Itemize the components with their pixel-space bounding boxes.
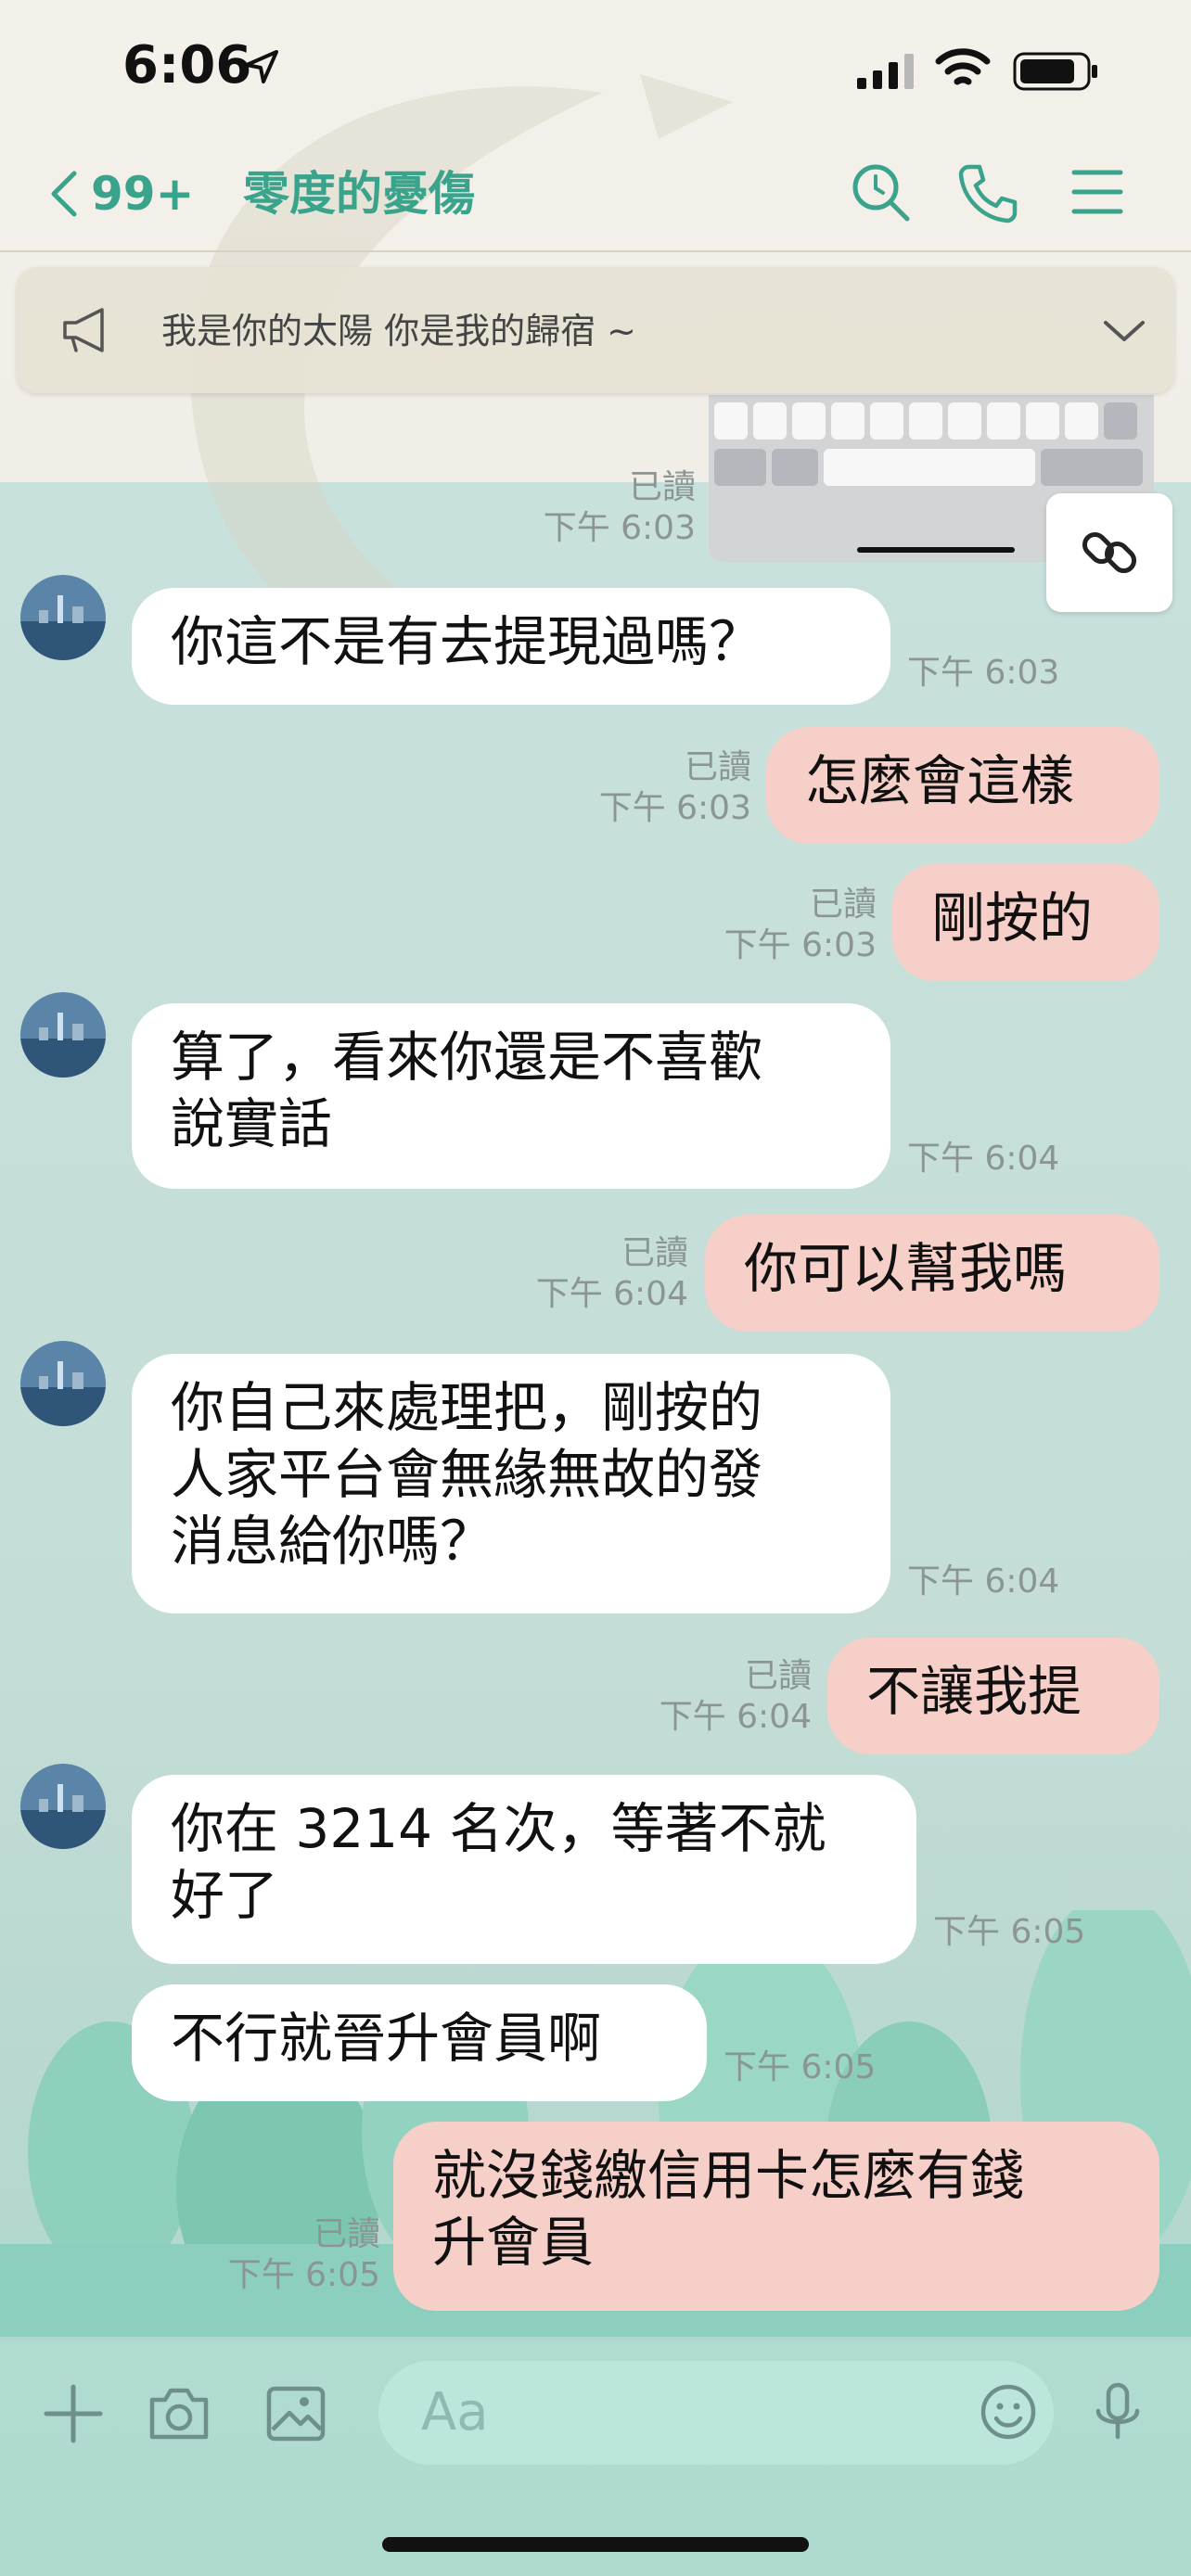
message-meta: 已讀 下午 6:04 <box>493 1233 688 1315</box>
image-icon[interactable] <box>263 2381 328 2446</box>
message-text-line: 人家平台會無緣無故的發 <box>171 1443 763 1506</box>
message-meta: 已讀 下午 6:05 <box>186 2214 380 2296</box>
message-text: 不讓我提 <box>866 1660 1082 1723</box>
message-text-line: 就沒錢繳信用卡怎麼有錢 <box>432 2144 1025 2207</box>
chat-screen: 6:06 99+ 零度的憂傷 我是你的太陽 你是我的歸宿 ~ 已讀 下午 6:0… <box>0 0 1191 2576</box>
avatar[interactable] <box>20 992 106 1078</box>
chevron-left-icon <box>51 171 77 217</box>
message-time: 下午 6:05 <box>227 2256 380 2294</box>
message-text: 你這不是有去提現過嗎？ <box>171 610 763 673</box>
message-text-line: 升會員 <box>432 2211 595 2274</box>
read-receipt: 已讀 <box>628 468 696 506</box>
phone-icon[interactable] <box>955 159 1020 224</box>
megaphone-icon <box>63 308 104 352</box>
message-bubble-incoming[interactable]: 你自己來處理把，剛按的 人家平台會無緣無故的發 消息給你嗎？ <box>132 1354 890 1613</box>
avatar-image <box>20 1341 106 1426</box>
avatar-image <box>20 992 106 1078</box>
message-text-line: 說實話 <box>171 1092 333 1155</box>
battery-icon <box>1013 52 1097 91</box>
message-time: 下午 6:04 <box>535 1275 688 1313</box>
camera-icon[interactable] <box>147 2381 211 2446</box>
message-time: 下午 6:05 <box>724 2048 877 2086</box>
avatar[interactable] <box>20 1764 106 1849</box>
chevron-down-icon[interactable] <box>1100 310 1148 351</box>
plus-icon[interactable] <box>41 2381 106 2446</box>
message-text-line: 好了 <box>171 1864 279 1927</box>
link-icon <box>1082 531 1137 574</box>
message-bubble-outgoing[interactable]: 就沒錢繳信用卡怎麼有錢 升會員 <box>393 2122 1159 2311</box>
back-button[interactable]: 99+ <box>48 161 194 226</box>
message-text: 怎麼會這樣 <box>805 749 1075 812</box>
avatar-image <box>20 575 106 660</box>
message-text-line: 算了，看來你還是不喜歡 <box>171 1026 763 1089</box>
message-bubble-incoming[interactable]: 算了，看來你還是不喜歡 說實話 <box>132 1003 890 1189</box>
read-receipt: 已讀 <box>684 748 751 786</box>
message-text: 不行就晉升會員啊 <box>171 2007 602 2070</box>
copy-link-button[interactable] <box>1046 493 1172 612</box>
read-receipt: 已讀 <box>809 886 877 924</box>
message-meta: 已讀 下午 6:03 <box>682 885 877 966</box>
wifi-icon <box>935 48 991 85</box>
message-bubble-outgoing[interactable]: 怎麼會這樣 <box>766 727 1159 844</box>
message-meta: 已讀 下午 6:04 <box>617 1656 812 1738</box>
chat-title: 零度的憂傷 <box>243 167 475 221</box>
avatar-image <box>20 1764 106 1849</box>
unread-count: 99+ <box>91 167 195 221</box>
home-indicator[interactable] <box>382 2537 809 2552</box>
message-text-line: 消息給你嗎？ <box>171 1510 494 1573</box>
message-time: 下午 6:05 <box>933 1913 1086 1951</box>
message-bubble-incoming[interactable]: 你這不是有去提現過嗎？ <box>132 588 890 705</box>
location-arrow-icon <box>245 50 278 83</box>
message-time: 下午 6:04 <box>659 1698 812 1736</box>
avatar[interactable] <box>20 1341 106 1426</box>
message-text-line: 你在 3214 名次，等著不就 <box>171 1797 826 1860</box>
status-bar: 6:06 <box>0 0 1191 139</box>
message-input[interactable]: Aa <box>378 2361 1054 2465</box>
message-time: 下午 6:03 <box>724 926 877 964</box>
menu-icon[interactable] <box>1065 159 1130 224</box>
message-time: 下午 6:03 <box>907 654 1060 692</box>
announcement-banner[interactable]: 我是你的太陽 你是我的歸宿 ~ <box>17 267 1174 393</box>
cellular-signal-icon <box>857 54 914 89</box>
message-text: 你可以幫我嗎 <box>744 1237 1068 1300</box>
message-text: 剛按的 <box>931 886 1094 950</box>
message-time: 下午 6:03 <box>543 509 696 547</box>
message-meta: 已讀 下午 6:03 <box>557 747 751 829</box>
header-divider <box>0 250 1191 252</box>
input-placeholder: Aa <box>421 2382 489 2442</box>
announcement-text: 我是你的太陽 你是我的歸宿 ~ <box>161 311 636 351</box>
message-time: 下午 6:04 <box>907 1562 1060 1600</box>
message-meta: 已讀 下午 6:03 <box>501 467 696 549</box>
message-time: 下午 6:03 <box>598 789 751 827</box>
message-text-line: 你自己來處理把，剛按的 <box>171 1376 763 1439</box>
microphone-icon[interactable] <box>1085 2379 1150 2444</box>
read-receipt: 已讀 <box>621 1234 688 1272</box>
message-time: 下午 6:04 <box>907 1140 1060 1178</box>
emoji-icon[interactable] <box>976 2379 1041 2444</box>
message-bubble-outgoing[interactable]: 剛按的 <box>892 864 1159 981</box>
message-bubble-incoming[interactable]: 不行就晉升會員啊 <box>132 1984 707 2101</box>
status-time: 6:06 <box>122 35 252 96</box>
read-receipt: 已讀 <box>744 1657 812 1695</box>
message-bubble-outgoing[interactable]: 你可以幫我嗎 <box>705 1215 1159 1332</box>
avatar[interactable] <box>20 575 106 660</box>
message-bubble-outgoing[interactable]: 不讓我提 <box>827 1638 1159 1754</box>
search-icon[interactable] <box>848 159 913 224</box>
message-bubble-incoming[interactable]: 你在 3214 名次，等著不就 好了 <box>132 1775 916 1964</box>
read-receipt: 已讀 <box>313 2215 380 2253</box>
